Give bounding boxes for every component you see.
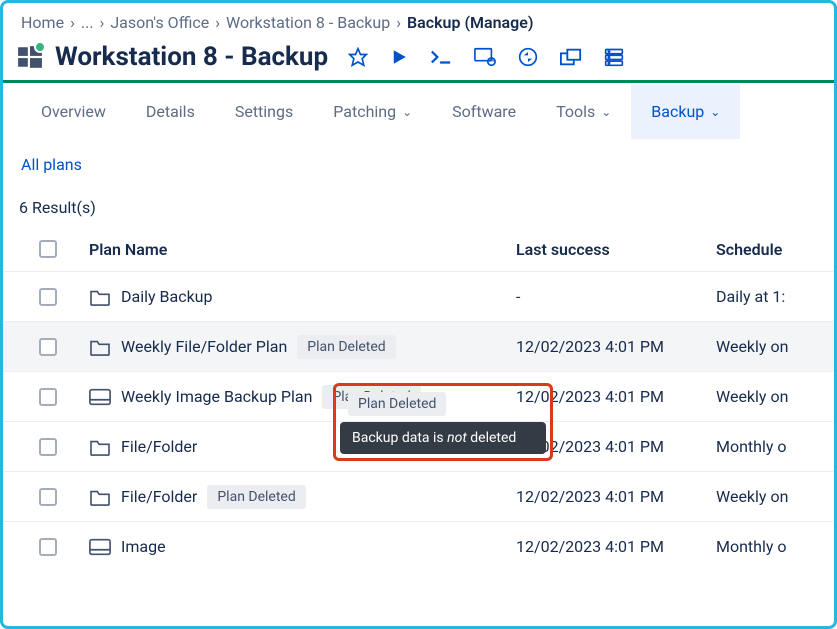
page-title: Workstation 8 - Backup [55, 42, 328, 72]
plan-name: File/Folder [121, 487, 197, 506]
plan-name: Daily Backup [121, 287, 212, 306]
server-icon[interactable] [604, 47, 624, 67]
tooltip-highlight: Plan Deleted Backup data is not deleted [333, 383, 553, 461]
schedule: Weekly on [716, 387, 816, 406]
breadcrumb-item[interactable]: Workstation 8 - Backup [226, 13, 390, 32]
plan-name: Weekly File/Folder Plan [121, 337, 287, 356]
breadcrumb-sep: › [100, 13, 105, 32]
table-row[interactable]: Weekly File/Folder Plan Plan Deleted 12/02… [3, 321, 834, 371]
schedule: Monthly o [716, 537, 816, 556]
breadcrumb: Home › ... › Jason's Office › Workstatio… [3, 9, 834, 40]
folder-icon [89, 438, 111, 456]
plan-deleted-badge[interactable]: Plan Deleted [207, 485, 305, 509]
play-icon[interactable] [390, 48, 408, 66]
breadcrumb-sep: › [70, 13, 75, 32]
row-checkbox[interactable] [39, 388, 57, 406]
app-frame: Home › ... › Jason's Office › Workstatio… [0, 0, 837, 629]
title-row: Workstation 8 - Backup [3, 40, 834, 80]
toolbar [348, 47, 624, 67]
col-header-last[interactable]: Last success [516, 240, 716, 259]
select-all-checkbox[interactable] [39, 240, 57, 258]
tab-tools[interactable]: Tools⌄ [536, 84, 631, 139]
tab-software[interactable]: Software [432, 84, 536, 139]
tab-settings[interactable]: Settings [215, 84, 313, 139]
breadcrumb-sep: › [215, 13, 220, 32]
col-header-schedule[interactable]: Schedule [716, 240, 816, 259]
plan-deleted-badge[interactable]: Plan Deleted [297, 335, 395, 359]
breadcrumb-sep: › [396, 13, 401, 32]
windows-action-icon[interactable] [560, 48, 582, 66]
schedule: Weekly on [716, 487, 816, 506]
tooltip: Backup data is not deleted [340, 422, 546, 454]
chevron-down-icon: ⌄ [601, 105, 611, 119]
remote-control-icon[interactable] [474, 47, 496, 67]
app-inner: Home › ... › Jason's Office › Workstatio… [3, 3, 834, 571]
schedule: Monthly o [716, 437, 816, 456]
last-success: - [516, 287, 716, 306]
terminal-icon[interactable] [430, 48, 452, 66]
folder-icon [89, 338, 111, 356]
star-icon[interactable] [348, 47, 368, 67]
table-row[interactable]: Image 12/02/2023 4:01 PMMonthly o [3, 521, 834, 571]
status-dot-online [34, 41, 46, 53]
breadcrumb-item-active: Backup (Manage) [407, 13, 533, 32]
all-plans-link[interactable]: All plans [21, 155, 82, 174]
plan-name: File/Folder [121, 437, 197, 456]
plan-name: Image [121, 537, 166, 556]
row-checkbox[interactable] [39, 538, 57, 556]
schedule: Daily at 1: [716, 287, 816, 306]
windows-icon [17, 44, 43, 70]
breadcrumb-item[interactable]: ... [81, 13, 94, 32]
last-success: 12/02/2023 4:01 PM [516, 337, 716, 356]
row-checkbox[interactable] [39, 438, 57, 456]
plan-deleted-badge[interactable]: Plan Deleted [348, 392, 446, 416]
row-checkbox[interactable] [39, 488, 57, 506]
disk-image-icon [89, 538, 111, 556]
plan-name: Weekly Image Backup Plan [121, 387, 312, 406]
tab-patching[interactable]: Patching⌄ [313, 84, 432, 139]
tab-bar: Overview Details Settings Patching⌄ Soft… [3, 83, 834, 141]
tab-backup[interactable]: Backup⌄ [631, 84, 740, 139]
col-header-name[interactable]: Plan Name [89, 240, 516, 259]
table-row[interactable]: File/Folder Plan Deleted 12/02/2023 4:01 P… [3, 471, 834, 521]
last-success: 12/02/2023 4:01 PM [516, 487, 716, 506]
row-checkbox[interactable] [39, 288, 57, 306]
chevron-down-icon: ⌄ [402, 105, 412, 119]
folder-icon [89, 488, 111, 506]
sync-icon[interactable] [518, 47, 538, 67]
result-count: 6 Result(s) [3, 182, 834, 227]
row-checkbox[interactable] [39, 338, 57, 356]
tab-details[interactable]: Details [126, 84, 215, 139]
schedule: Weekly on [716, 337, 816, 356]
tab-overview[interactable]: Overview [21, 84, 126, 139]
breadcrumb-item[interactable]: Jason's Office [110, 13, 209, 32]
table-row[interactable]: Daily Backup -Daily at 1: [3, 271, 834, 321]
sub-link-row: All plans [3, 141, 834, 182]
breadcrumb-item[interactable]: Home [21, 13, 64, 32]
last-success: 12/02/2023 4:01 PM [516, 537, 716, 556]
folder-icon [89, 288, 111, 306]
chevron-down-icon: ⌄ [710, 105, 720, 119]
table-header-row: Plan Name Last success Schedule [3, 227, 834, 271]
disk-image-icon [89, 388, 111, 406]
